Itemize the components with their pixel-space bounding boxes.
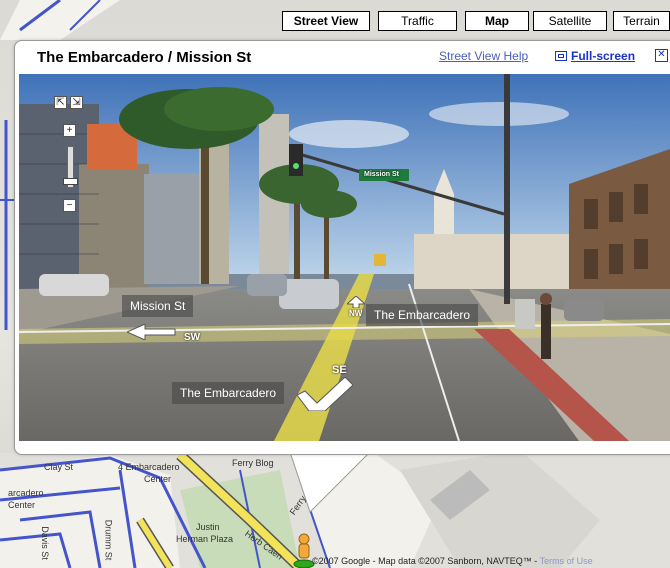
map-label-clay-st: Clay St (44, 462, 74, 472)
map-label-herman-plaza: Herman Plaza (176, 534, 234, 544)
map-label-center-left: Center (8, 500, 36, 510)
terrain-button[interactable]: Terrain (613, 11, 670, 31)
map-label-ferry-blog: Ferry Blog (232, 458, 274, 468)
close-button[interactable]: ✕ (655, 49, 668, 62)
nav-label-embarcadero-nw[interactable]: The Embarcadero (366, 304, 479, 326)
nav-label-mission-st[interactable]: Mission St (122, 295, 194, 317)
direction-sw: SW (184, 332, 201, 343)
mission-street-sign: Mission St (364, 171, 400, 178)
full-screen-icon (555, 51, 567, 61)
direction-nw: NW (349, 309, 363, 318)
zoom-out-button[interactable]: − (63, 199, 76, 212)
arrow-sw-icon[interactable] (127, 324, 177, 340)
location-title: The Embarcadero / Mission St (37, 49, 252, 66)
zoom-slider-thumb[interactable] (63, 178, 78, 185)
arrow-nw-icon[interactable] (347, 296, 365, 308)
pan-right-button[interactable]: ⇲ (70, 96, 83, 109)
direction-se: SE (332, 364, 347, 376)
full-screen-label: Full-screen (571, 49, 636, 63)
map-label-embarcadero-left: arcadero (8, 488, 44, 498)
street-view-help-link[interactable]: Street View Help (439, 49, 528, 63)
street-view-panorama[interactable]: Mission St Mission St SW NW The Embarcad… (19, 74, 670, 441)
map-label-justin: Justin (196, 522, 220, 532)
map-label-drumm-st: Drumm St (103, 519, 114, 561)
map-label-davis-st: Davis St (39, 526, 50, 560)
map-copyright: ©2007 Google - Map data ©2007 Sanborn, N… (312, 556, 593, 566)
bubble-tail (290, 452, 371, 513)
map-button[interactable]: Map (465, 11, 529, 31)
terms-of-use-link[interactable]: Terms of Use (540, 556, 593, 566)
satellite-button[interactable]: Satellite (533, 11, 607, 31)
traffic-button[interactable]: Traffic (378, 11, 457, 31)
map-label-embarcadero-center-2: Center (144, 474, 172, 484)
map-label-embarcadero-center: 4 Embarcadero (118, 462, 180, 472)
full-screen-link[interactable]: Full-screen (555, 49, 635, 63)
street-view-button[interactable]: Street View (282, 11, 370, 31)
zoom-in-button[interactable]: + (63, 124, 76, 137)
pan-left-button[interactable]: ⇱ (54, 96, 67, 109)
arrow-se-icon[interactable] (297, 377, 353, 411)
nav-label-embarcadero-se[interactable]: The Embarcadero (172, 382, 285, 404)
